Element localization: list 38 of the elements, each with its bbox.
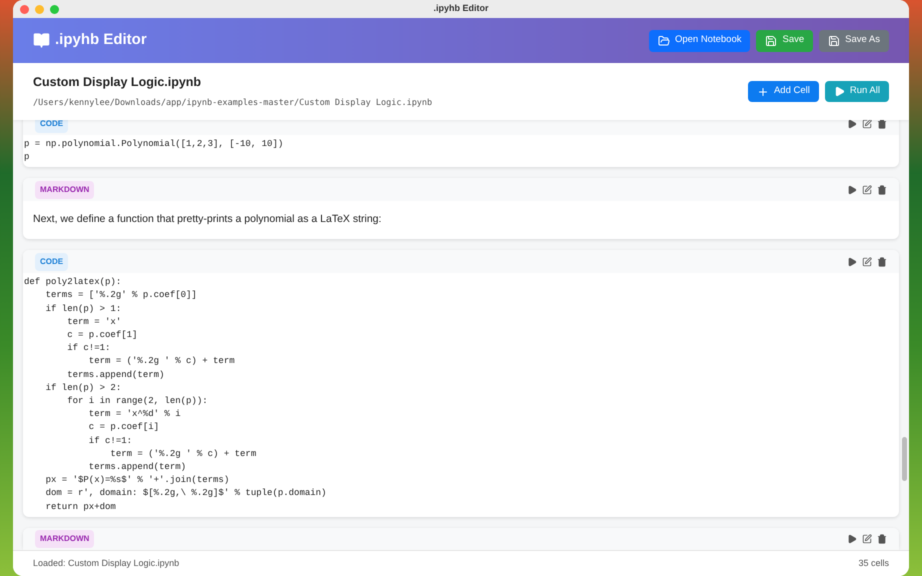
delete-icon[interactable] <box>877 184 887 195</box>
markdown-text: Next, we define a function that pretty-prints a polynomial as a LaTeX string: <box>33 212 382 228</box>
edit-icon[interactable] <box>862 256 872 267</box>
app-title: .ipyhb Editor <box>55 30 147 50</box>
window-title: .ipyhb Editor <box>434 2 488 16</box>
status-message: Loaded: Custom Display Logic.ipynb <box>33 556 180 570</box>
edit-icon[interactable] <box>862 184 872 195</box>
book-icon <box>33 32 50 49</box>
cell-type-label: MARKDOWN <box>35 180 94 199</box>
cell-type-label: CODE <box>35 252 68 271</box>
delete-icon[interactable] <box>877 120 887 128</box>
close-icon[interactable] <box>20 4 29 14</box>
code-text: def poly2latex(p): terms = ['%.2g' % p.coef[0]] if len(p) > 1: term = 'x' c = p.coef[1] if c!=1: term = ('%.2g ' % c) + term terms.append(term) if len(p) > 2: for i in range(2, len(p)): term = 'x^%d' % i c = p.coef[i] if c!=1: term = ('%.2g ' % c) + term terms.append(term) px = '$P(x)=%s$' % '+'.join(terms) dom = r', domain: $[%.2g,\ %.2g]$' % tuple(p.domain) return px+dom <box>23 276 328 514</box>
code-text: p = np.polynomial.Polynomial([1,2,3], [-10, 10]) p <box>23 138 284 164</box>
plus-icon <box>756 86 769 98</box>
cell-type-label: MARKDOWN <box>35 530 94 548</box>
edit-icon[interactable] <box>862 120 872 128</box>
run-icon[interactable] <box>847 120 857 128</box>
save-icon <box>828 34 840 46</box>
notebook-path: /Users/kennylee/Downloads/app/ipynb-examples-master/Custom Display Logic.ipynb <box>33 97 432 110</box>
play-icon <box>834 86 845 97</box>
cell-count: 35 cells <box>858 556 889 570</box>
header-button[interactable]: Save <box>756 30 814 52</box>
delete-icon[interactable] <box>877 534 887 544</box>
save-icon <box>765 34 778 46</box>
delete-icon[interactable] <box>877 256 887 267</box>
run-icon[interactable] <box>847 256 857 267</box>
toolbar-button[interactable]: Add Cell <box>748 81 819 102</box>
scrollbar-thumb[interactable] <box>902 437 907 481</box>
toolbar-button[interactable]: Run All <box>824 81 889 102</box>
run-icon[interactable] <box>847 184 857 195</box>
cell-type-label: CODE <box>35 120 68 132</box>
header-button[interactable]: Save As <box>819 30 889 52</box>
run-icon[interactable] <box>847 534 857 544</box>
header-button[interactable]: Open Notebook <box>648 30 750 52</box>
folder-icon <box>658 34 670 46</box>
edit-icon[interactable] <box>862 534 872 544</box>
notebook-name: Custom Display Logic.ipynb <box>33 74 202 92</box>
